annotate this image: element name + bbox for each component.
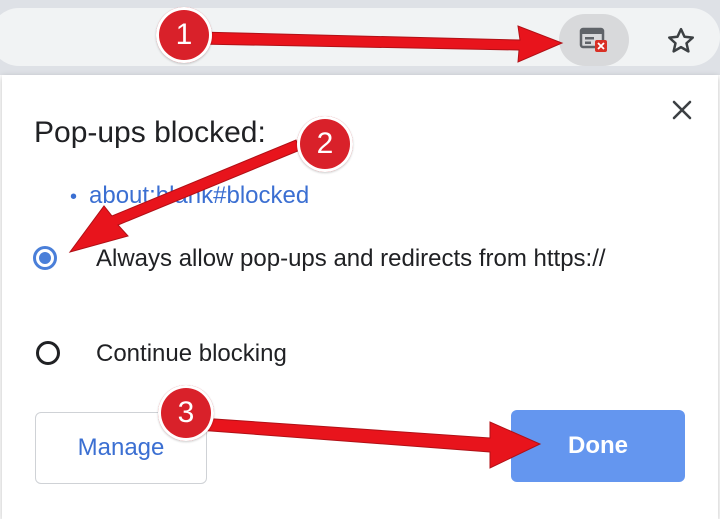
browser-toolbar: [0, 0, 720, 75]
blocked-popup-link[interactable]: • about:blank#blocked: [70, 182, 309, 210]
done-button[interactable]: Done: [511, 410, 685, 482]
step-marker-2: 2: [297, 116, 353, 172]
always-allow-radio[interactable]: [33, 246, 57, 270]
step-marker-1: 1: [156, 7, 212, 63]
close-button[interactable]: [666, 94, 698, 126]
step-marker-3: 3: [158, 385, 214, 441]
popup-blocked-icon: [579, 27, 607, 52]
popup-blocked-button[interactable]: [559, 14, 629, 66]
blocked-popup-link-label[interactable]: about:blank#blocked: [89, 182, 309, 209]
continue-blocking-label[interactable]: Continue blocking: [96, 340, 287, 368]
close-icon: [672, 100, 692, 120]
bullet: •: [70, 186, 78, 208]
continue-blocking-radio[interactable]: [36, 341, 60, 365]
bookmark-button[interactable]: [660, 20, 702, 62]
always-allow-label[interactable]: Always allow pop-ups and redirects from …: [96, 245, 606, 273]
dialog-title: Pop-ups blocked:: [34, 116, 266, 149]
star-icon: [668, 27, 694, 53]
